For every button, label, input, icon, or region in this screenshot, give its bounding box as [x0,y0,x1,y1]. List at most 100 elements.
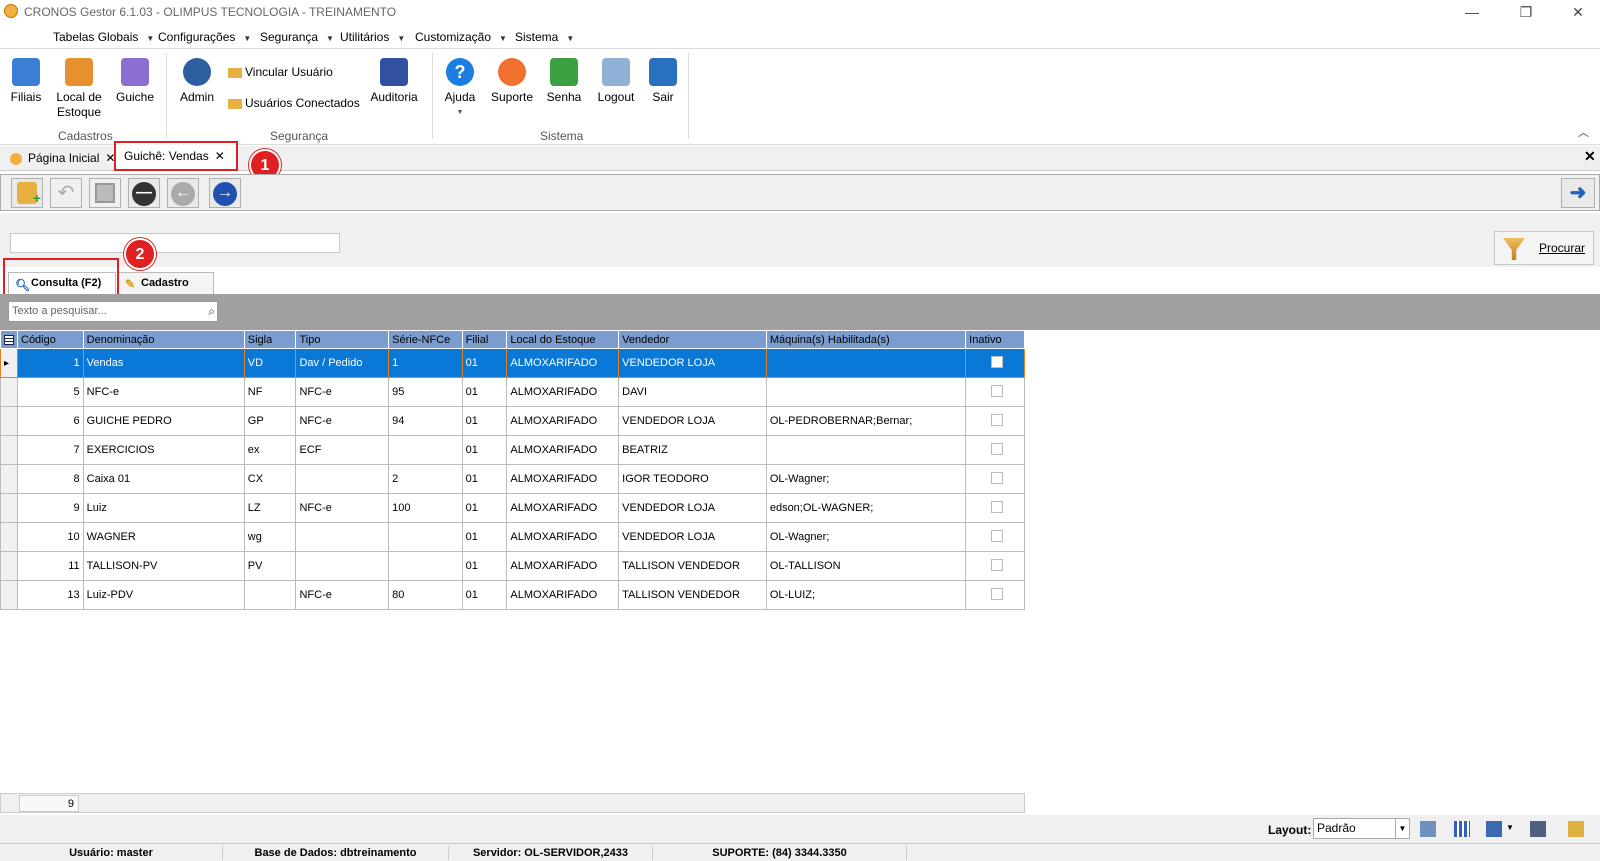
table-cell-serie[interactable]: 94 [388,406,463,436]
table-cell-filial[interactable]: 01 [461,406,508,436]
table-cell-filial[interactable]: 01 [461,464,508,494]
layout-select[interactable]: Padrão ▼ [1313,818,1410,839]
table-cell-codigo[interactable]: 8 [17,464,84,494]
row-indicator[interactable] [0,406,18,436]
table-cell-vendedor[interactable]: VENDEDOR LOJA [618,406,767,436]
table-cell-local[interactable]: ALMOXARIFADO [506,348,620,378]
table-cell-denominacao[interactable]: WAGNER [82,522,245,552]
save-button[interactable] [89,178,121,208]
table-cell-codigo[interactable]: 7 [17,435,84,465]
table-cell-vendedor[interactable]: TALLISON VENDEDOR [618,580,767,610]
inativo-checkbox[interactable] [990,442,1003,455]
row-indicator[interactable]: ▸ [0,348,18,378]
chevron-down-icon[interactable]: ▼ [1395,819,1409,838]
row-indicator[interactable] [0,551,18,581]
table-cell-serie[interactable]: 95 [388,377,463,407]
previous-button[interactable]: ← [167,178,199,208]
table-cell-local[interactable]: ALMOXARIFADO [506,580,620,610]
table-cell-tipo[interactable] [295,551,390,581]
table-cell-local[interactable]: ALMOXARIFADO [506,406,620,436]
table-cell-tipo[interactable]: NFC-e [295,580,390,610]
inativo-checkbox[interactable] [990,413,1003,426]
panel-toggle-button[interactable]: ➜ [1561,178,1595,208]
table-cell-vendedor[interactable]: VENDEDOR LOJA [618,493,767,523]
column-header[interactable]: Denominação [82,330,245,349]
menu-tabelas-globais[interactable]: Tabelas Globais ▼ [53,28,154,46]
auditoria-button[interactable]: Auditoria [367,58,421,105]
sair-button[interactable]: Sair [646,58,680,105]
table-cell-serie[interactable]: 1 [388,348,463,378]
senha-button[interactable]: Senha [544,58,584,105]
table-cell-maquinas[interactable] [765,435,967,465]
table-cell-maquinas[interactable]: OL-Wagner; [765,464,967,494]
grid-settings-icon[interactable] [1420,821,1436,837]
close-tab-icon[interactable]: ✕ [215,149,225,163]
table-cell-local[interactable]: ALMOXARIFADO [506,377,620,407]
table-cell-maquinas[interactable]: OL-LUIZ; [765,580,967,610]
delete-button[interactable]: — [128,178,160,208]
table-cell-vendedor[interactable]: TALLISON VENDEDOR [618,551,767,581]
table-cell-sigla[interactable]: GP [243,406,297,436]
table-cell-sigla[interactable]: CX [243,464,297,494]
table-cell-codigo[interactable]: 13 [17,580,84,610]
table-cell-codigo[interactable]: 10 [17,522,84,552]
table-cell-maquinas[interactable]: edson;OL-WAGNER; [765,493,967,523]
table-cell-maquinas[interactable]: OL-TALLISON [765,551,967,581]
usuarios-conectados-button[interactable]: Usuários Conectados [228,95,360,111]
table-cell-local[interactable]: ALMOXARIFADO [506,493,620,523]
column-header[interactable]: Sigla [243,330,297,349]
table-cell-maquinas[interactable]: OL-Wagner; [765,522,967,552]
table-cell-vendedor[interactable]: DAVI [618,377,767,407]
table-cell-codigo[interactable]: 9 [17,493,84,523]
vincular-usuario-button[interactable]: Vincular Usuário [228,64,333,80]
column-header[interactable]: Código [17,330,84,349]
table-row[interactable]: 7 EXERCICIOS ex ECF 01 ALMOXARIFADO BEATRIZ [0,435,1025,465]
table-cell-serie[interactable]: 2 [388,464,463,494]
procurar-button[interactable]: Procurar [1494,231,1594,265]
column-header[interactable]: Série-NFCe [388,330,463,349]
table-row[interactable]: 6 GUICHE PEDRO GP NFC-e 94 01 ALMOXARIFADO VEND… [0,406,1025,436]
row-indicator[interactable] [0,464,18,494]
table-cell-maquinas[interactable] [765,348,967,378]
table-cell-filial[interactable]: 01 [461,493,508,523]
chevron-down-icon[interactable]: ▼ [1506,823,1514,832]
table-cell-serie[interactable] [388,435,463,465]
save-layout-icon[interactable] [1486,821,1502,837]
close-window-button[interactable]: ✕ [1558,2,1598,22]
table-cell-denominacao[interactable]: Caixa 01 [82,464,245,494]
row-indicator[interactable] [0,435,18,465]
guiche-button[interactable]: Guiche [113,58,157,105]
table-cell-sigla[interactable] [243,580,297,610]
next-button[interactable]: → [209,178,241,208]
inativo-checkbox[interactable] [990,355,1003,368]
table-cell-vendedor[interactable]: IGOR TEODORO [618,464,767,494]
menu-customizacao[interactable]: Customização ▼ [415,28,507,46]
search-input[interactable]: Texto a pesquisar... ⌕ [8,301,218,322]
tab-guiche-vendas[interactable]: Guichê: Vendas ✕ [114,141,238,171]
table-cell-filial[interactable]: 01 [461,348,508,378]
table-cell-denominacao[interactable]: EXERCICIOS [82,435,245,465]
table-row[interactable]: 9 Luiz LZ NFC-e 100 01 ALMOXARIFADO VENDEDOR LO… [0,493,1025,523]
table-cell-denominacao[interactable]: TALLISON-PV [82,551,245,581]
table-cell-denominacao[interactable]: Vendas [82,348,245,378]
table-cell-maquinas[interactable] [765,377,967,407]
column-header[interactable]: Vendedor [618,330,767,349]
printer-icon[interactable] [1530,821,1546,837]
table-cell-sigla[interactable]: LZ [243,493,297,523]
table-cell-maquinas[interactable]: OL-PEDROBERNAR;Bernar; [765,406,967,436]
table-cell-vendedor[interactable]: VENDEDOR LOJA [618,348,767,378]
table-cell-denominacao[interactable]: Luiz [82,493,245,523]
inativo-checkbox[interactable] [990,500,1003,513]
table-cell-serie[interactable]: 100 [388,493,463,523]
table-row[interactable]: 5 NFC-e NF NFC-e 95 01 ALMOXARIFADO DAVI [0,377,1025,407]
table-cell-sigla[interactable]: VD [243,348,297,378]
local-estoque-button[interactable]: Local de Estoque [53,58,105,120]
menu-seguranca[interactable]: Segurança ▼ [260,28,334,46]
row-indicator[interactable] [0,493,18,523]
table-cell-local[interactable]: ALMOXARIFADO [506,522,620,552]
inativo-checkbox[interactable] [990,529,1003,542]
table-cell-codigo[interactable]: 1 [17,348,84,378]
table-cell-sigla[interactable]: wg [243,522,297,552]
table-cell-tipo[interactable]: NFC-e [295,493,390,523]
table-cell-codigo[interactable]: 11 [17,551,84,581]
